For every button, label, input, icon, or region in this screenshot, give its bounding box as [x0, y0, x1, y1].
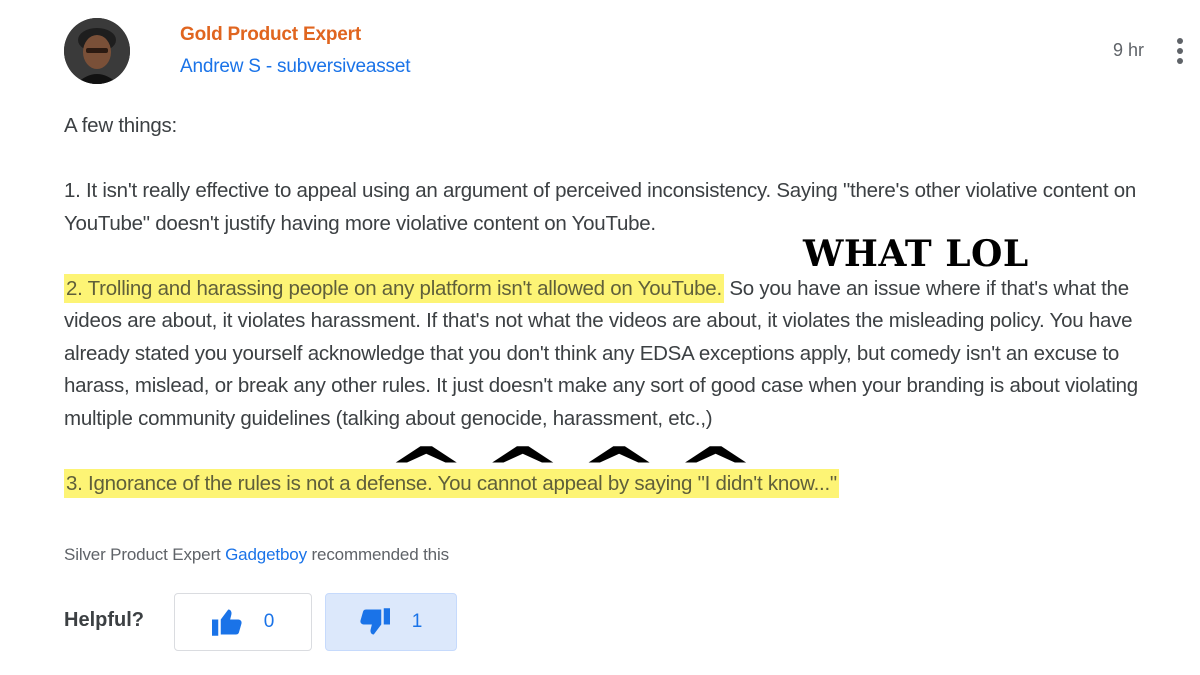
thumbs-up-count: 0: [263, 611, 275, 632]
author-name-link[interactable]: Andrew S - subversiveasset: [180, 56, 410, 78]
annotation-carets: ^^^^: [386, 435, 772, 505]
thumbs-down-icon: [360, 608, 390, 635]
thumbs-up-button[interactable]: 0: [174, 593, 312, 651]
author-badge: Gold Product Expert: [180, 24, 361, 45]
thumbs-down-count: 1: [411, 611, 423, 632]
recommendation-line: Silver Product Expert Gadgetboy recommen…: [64, 545, 449, 565]
more-options-icon[interactable]: [1170, 36, 1190, 66]
highlighted-text: 2. Trolling and harassing people on any …: [64, 273, 724, 303]
post-intro: A few things:: [64, 114, 177, 137]
post-timestamp: 9 hr: [1113, 40, 1145, 60]
recommender-badge: Silver Product Expert: [64, 545, 226, 564]
helpful-label: Helpful?: [64, 609, 144, 631]
post-point-1: 1. It isn't really effective to appeal u…: [64, 179, 1137, 235]
post-point-2: 2. Trolling and harassing people on any …: [64, 273, 1174, 436]
avatar[interactable]: [64, 18, 130, 84]
thumbs-up-icon: [211, 609, 242, 636]
recommendation-suffix: recommended this: [306, 545, 450, 564]
annotation-what-lol: WHAT LOL: [803, 233, 1029, 275]
thumbs-down-button[interactable]: 1: [325, 593, 457, 651]
recommender-name-link[interactable]: Gadgetboy: [225, 545, 307, 564]
